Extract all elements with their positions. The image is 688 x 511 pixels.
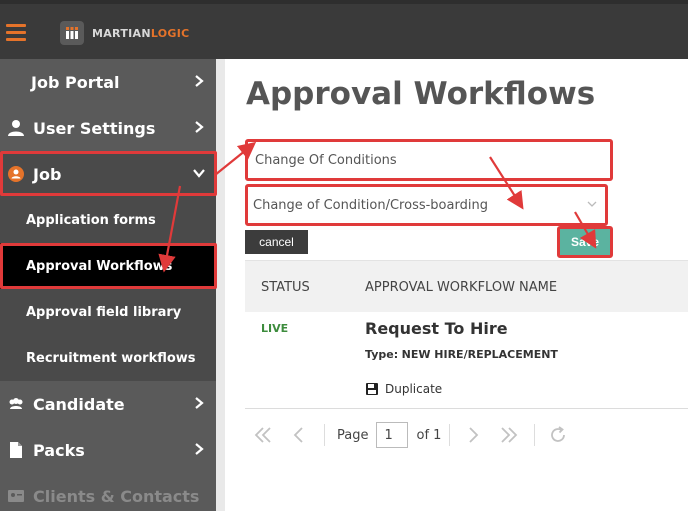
workflow-name-input[interactable]: Change Of Conditions [245, 139, 613, 181]
sidebar-subitem-approval-field-library[interactable]: Approval field library [0, 289, 216, 335]
contacts-icon [8, 490, 24, 502]
pager-separator [449, 424, 451, 446]
users-icon [9, 398, 23, 409]
file-icon [10, 442, 22, 458]
highlight-job [0, 151, 217, 196]
first-page-icon[interactable] [252, 424, 274, 446]
cancel-button[interactable]: cancel [245, 230, 308, 254]
workflow-type: Type: NEW HIRE/REPLACEMENT [365, 348, 558, 361]
workflow-name[interactable]: Request To Hire [365, 319, 508, 338]
chevron-right-icon [195, 443, 204, 455]
prev-page-icon[interactable] [288, 424, 310, 446]
hamburger-menu-icon[interactable] [6, 24, 26, 41]
sidebar-divider [216, 59, 225, 511]
pager-separator [324, 424, 325, 446]
sidebar-subitem-recruitment-workflows[interactable]: Recruitment workflows [0, 335, 216, 381]
workflow-type-select[interactable]: Change of Condition/Cross-boarding [245, 184, 608, 226]
logo-mark-icon [60, 21, 84, 45]
save-disk-icon [366, 383, 378, 395]
page-title: Approval Workflows [246, 76, 596, 112]
pager-separator [534, 424, 536, 446]
next-page-icon[interactable] [462, 424, 484, 446]
top-bar: MARTIANLOGIC [0, 0, 688, 59]
column-header-status[interactable]: STATUS [261, 280, 310, 295]
chevron-right-icon [195, 397, 204, 409]
last-page-icon[interactable] [498, 424, 520, 446]
chevron-right-icon [195, 121, 204, 133]
page-count: of 1 [416, 427, 442, 443]
brand-name: MARTIANLOGIC [92, 26, 190, 40]
sidebar-item-user-settings[interactable]: User Settings [0, 105, 216, 151]
workflow-type-value: Change of Condition/Cross-boarding [253, 197, 488, 213]
sidebar-subitem-application-forms[interactable]: Application forms [0, 197, 216, 243]
brand-logo[interactable]: MARTIANLOGIC [60, 21, 190, 45]
duplicate-label: Duplicate [385, 382, 443, 396]
chevron-down-icon [587, 201, 597, 207]
sidebar-item-packs[interactable]: Packs [0, 427, 216, 473]
page-number-input[interactable]: 1 [376, 422, 409, 448]
table-header: STATUS APPROVAL WORKFLOW NAME [245, 260, 688, 312]
workflow-type-value-text: NEW HIRE/REPLACEMENT [401, 348, 558, 361]
sidebar-item-candidate[interactable]: Candidate [0, 381, 216, 427]
workflow-type-key: Type: [365, 348, 399, 361]
page-label: Page [337, 427, 369, 443]
highlight-approval-workflows [0, 243, 217, 289]
chevron-right-icon [195, 75, 204, 87]
column-header-name[interactable]: APPROVAL WORKFLOW NAME [365, 280, 557, 295]
user-icon [8, 120, 24, 136]
save-button[interactable]: Save [557, 226, 613, 258]
pagination: Page 1 of 1 [252, 420, 583, 450]
duplicate-button[interactable]: Duplicate [365, 382, 442, 396]
row-divider [245, 408, 688, 409]
refresh-icon[interactable] [547, 424, 569, 446]
sidebar-item-job-portal[interactable]: Job Portal [0, 59, 216, 105]
status-badge: LIVE [261, 322, 289, 335]
sidebar-item-clients-contacts[interactable]: Clients & Contacts [0, 473, 216, 511]
